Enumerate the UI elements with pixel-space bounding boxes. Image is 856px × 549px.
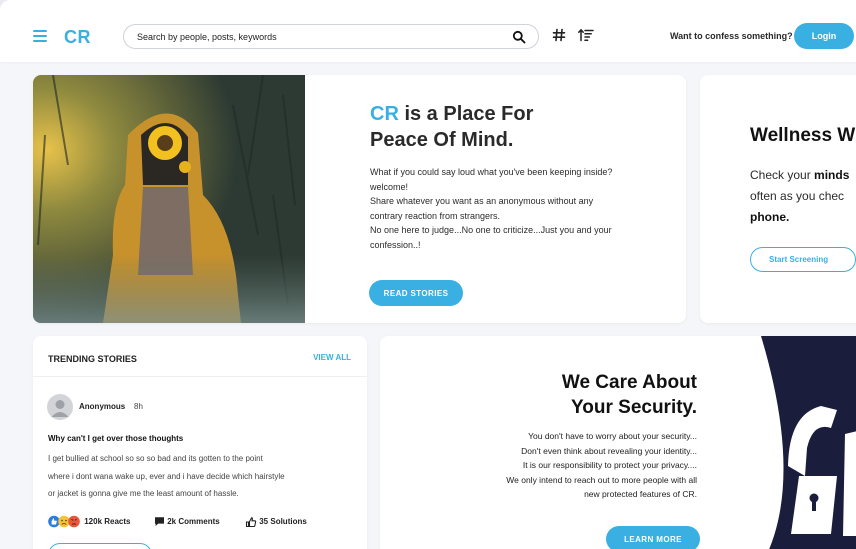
trending-heading: TRENDING STORIES: [48, 354, 137, 364]
learn-more-button[interactable]: LEARN MORE: [606, 526, 700, 549]
hashtag-icon[interactable]: [552, 28, 566, 42]
solution-icon: [245, 517, 257, 527]
search-bar[interactable]: [123, 24, 539, 49]
divider: [33, 376, 367, 377]
security-line: We only intend to reach out to more peop…: [506, 474, 697, 485]
hero-line: Share whatever you want as an anonymous …: [370, 196, 596, 221]
hero-title-accent: CR: [370, 103, 399, 125]
hero-title: CR is a Place For Peace Of Mind.: [370, 101, 533, 153]
top-navigation-bar: CR Want to confess something? Login: [0, 0, 856, 62]
avatar[interactable]: [47, 394, 73, 420]
security-line: It is our responsibility to protect your…: [522, 460, 697, 470]
hero-card: CR is a Place For Peace Of Mind. What if…: [33, 75, 686, 323]
login-button[interactable]: Login: [794, 23, 854, 49]
hero-line: No one here to judge...No one to critici…: [370, 225, 615, 250]
security-title: We Care About Your Security.: [562, 370, 697, 420]
comments-count: 2k Comments: [167, 517, 220, 526]
security-card: We Care About Your Security. You don't h…: [380, 336, 856, 549]
start-screening-button[interactable]: Start Screening: [750, 247, 856, 272]
wellness-line2: often as you chec: [750, 189, 845, 203]
wellness-title: Wellness W: [750, 125, 856, 146]
story-line: or jacket is gonna give me the least amo…: [48, 489, 239, 498]
security-description: You don't have to worry about your secur…: [506, 429, 697, 502]
story-title[interactable]: Why can't I get over those thoughts: [48, 434, 183, 443]
view-all-link[interactable]: VIEW ALL: [313, 353, 351, 362]
wellness-card: Wellness W Check your minds often as you…: [700, 75, 856, 323]
comment-icon: [155, 517, 164, 527]
hero-description: What if you could say loud what you've b…: [370, 165, 620, 252]
reaction-emojis-icon: [48, 516, 80, 528]
hamburger-menu-icon[interactable]: [33, 30, 47, 42]
read-stories-button[interactable]: READ STORIES: [369, 280, 463, 306]
story-time: 8h: [134, 402, 143, 411]
confess-prompt: Want to confess something?: [670, 31, 793, 41]
security-line: You don't have to worry about your secur…: [528, 431, 697, 441]
security-title-line1: We Care About: [561, 372, 697, 393]
security-line: Don't even think about revealing your id…: [521, 445, 697, 456]
hero-line: welcome!: [370, 181, 409, 192]
app-logo[interactable]: CR: [64, 27, 91, 48]
wellness-line1: Check your: [750, 168, 815, 182]
reacts-count: 120k Reacts: [84, 517, 131, 526]
comments-stat[interactable]: 2k Comments: [154, 515, 220, 529]
story-line: I get bullied at school so so so bad and…: [48, 454, 263, 463]
solutions-stat[interactable]: 35 Solutions: [245, 515, 307, 529]
hero-image: [33, 75, 305, 323]
wellness-line1-bold: minds: [814, 168, 850, 182]
story-body: I get bullied at school so so so bad and…: [48, 450, 348, 503]
sort-icon[interactable]: [578, 28, 594, 42]
trending-stories-card: TRENDING STORIES VIEW ALL Anonymous 8h W…: [33, 336, 367, 549]
wellness-description: Check your minds often as you chec phone…: [750, 165, 856, 228]
reacts-stat[interactable]: 120k Reacts: [48, 515, 131, 529]
lock-illustration-icon: [761, 336, 856, 549]
hero-title-line2: Peace Of Mind.: [370, 129, 514, 151]
wellness-line3-bold: phone.: [750, 210, 790, 224]
story-action-button[interactable]: [48, 543, 152, 549]
search-input[interactable]: [137, 30, 507, 44]
search-icon[interactable]: [512, 30, 526, 44]
hero-line: What if you could say loud what you've b…: [370, 167, 613, 177]
security-line: new protected features of CR.: [584, 489, 697, 499]
story-author[interactable]: Anonymous: [79, 402, 125, 411]
story-line: where i dont wana wake up, ever and i ha…: [48, 471, 285, 481]
app-frame: CR Want to confess something? Login: [0, 0, 856, 549]
hero-title-rest: is a Place For: [398, 103, 534, 125]
security-title-line2: Your Security.: [571, 397, 697, 418]
user-avatar-icon: [51, 400, 69, 417]
solutions-count: 35 Solutions: [259, 517, 307, 526]
